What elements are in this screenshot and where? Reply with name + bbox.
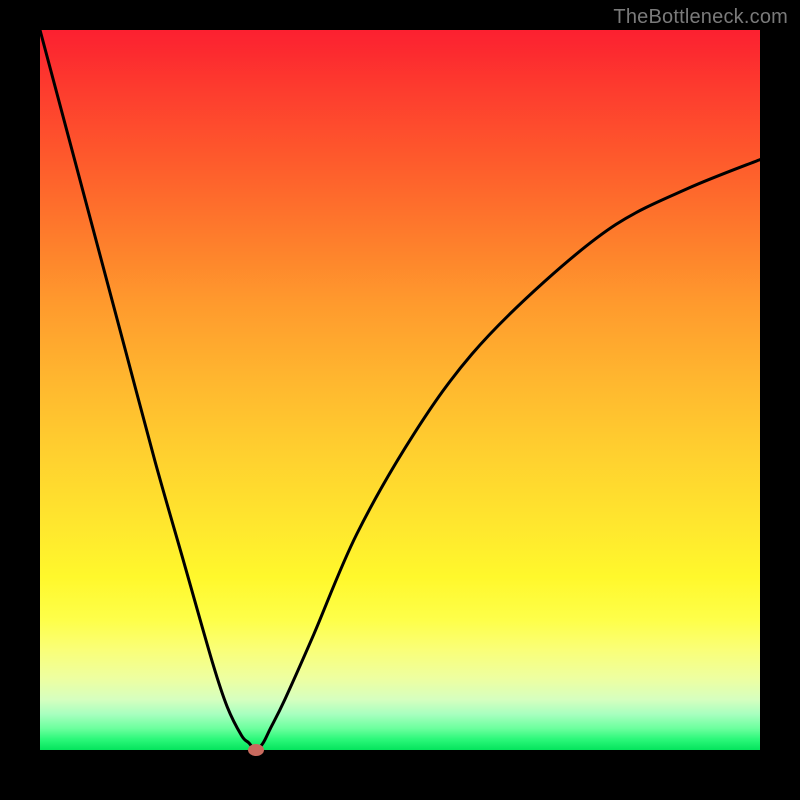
chart-frame: TheBottleneck.com — [0, 0, 800, 800]
curve-svg — [40, 30, 760, 750]
bottleneck-curve-path — [40, 30, 760, 750]
plot-area — [40, 30, 760, 750]
watermark-text: TheBottleneck.com — [613, 6, 788, 29]
minimum-marker — [248, 744, 264, 756]
